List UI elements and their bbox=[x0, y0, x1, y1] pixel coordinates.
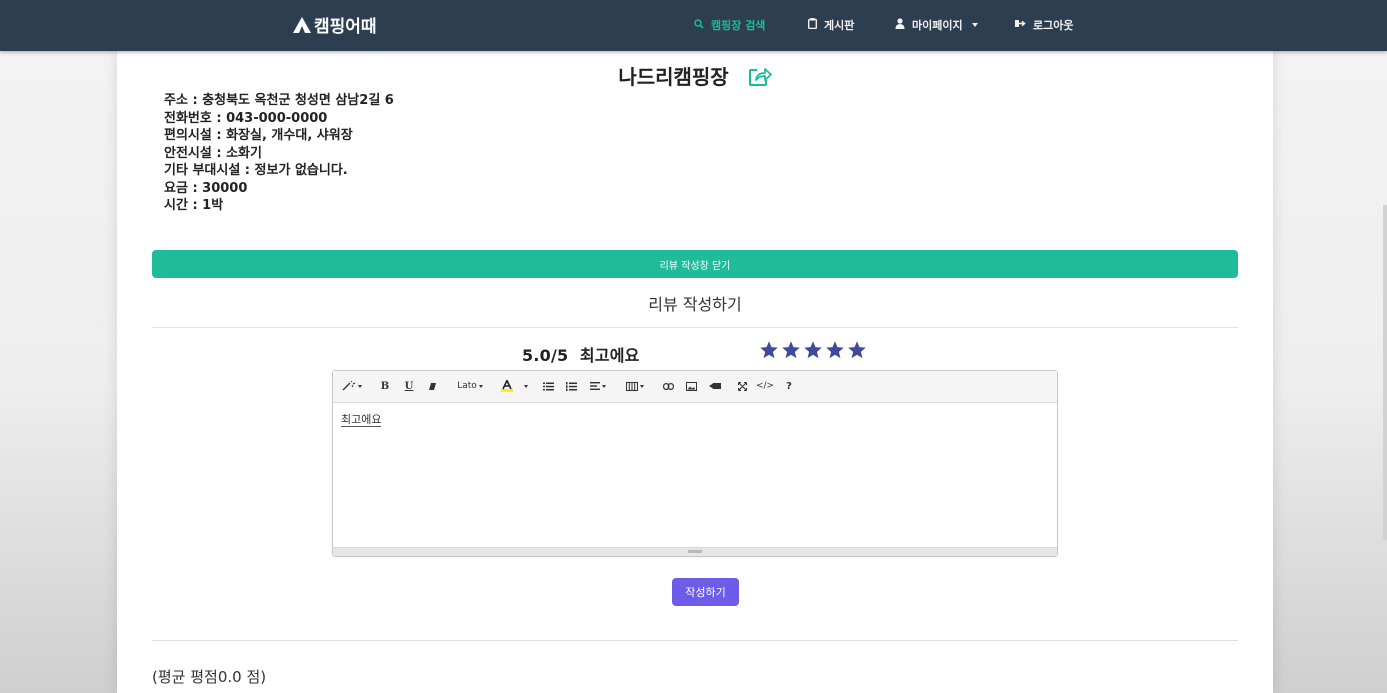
info-fee: 요금 : 30000 bbox=[164, 180, 248, 196]
nav-logout[interactable]: 로그아웃 bbox=[1015, 17, 1073, 33]
table-icon[interactable] bbox=[624, 379, 646, 393]
star-icon[interactable] bbox=[781, 340, 801, 360]
link-icon[interactable] bbox=[662, 379, 674, 393]
info-time: 시간 : 1박 bbox=[164, 198, 224, 213]
campsite-name: 나드리캠핑장 bbox=[618, 65, 729, 89]
editor-toolbar: B U Lato </> ? bbox=[333, 371, 1057, 403]
info-safety: 안전시설 : 소화기 bbox=[164, 145, 262, 161]
font-family-select[interactable]: Lato bbox=[454, 379, 486, 393]
star-rating[interactable] bbox=[759, 340, 867, 360]
main-container: 나드리캠핑장 주소 : 충청북도 옥천군 청성면 삼남2길 6 전화번호 : 0… bbox=[117, 51, 1273, 693]
campsite-title-row: 나드리캠핑장 bbox=[117, 61, 1273, 92]
nav-camping-search[interactable]: 캠핑장 검색 bbox=[694, 17, 765, 33]
editor-resize-handle[interactable] bbox=[333, 547, 1057, 556]
editor-text: 최고에요 bbox=[341, 413, 382, 427]
user-icon bbox=[895, 18, 905, 32]
resize-grip-icon bbox=[688, 550, 702, 553]
nav-logout-label: 로그아웃 bbox=[1033, 19, 1074, 32]
code-view-icon[interactable]: </> bbox=[756, 379, 774, 393]
nav-board[interactable]: 게시판 bbox=[807, 17, 855, 33]
review-heading: 리뷰 작성하기 bbox=[648, 295, 742, 314]
color-dropdown-icon[interactable] bbox=[521, 379, 529, 393]
divider-bottom bbox=[152, 640, 1238, 641]
info-address: 주소 : 충청북도 옥천군 청성면 삼남2길 6 bbox=[164, 93, 394, 108]
share-icon[interactable] bbox=[748, 65, 772, 92]
underline-icon[interactable]: U bbox=[403, 379, 415, 393]
nav-camping-search-label: 캠핑장 검색 bbox=[711, 19, 766, 32]
magic-wand-icon[interactable] bbox=[341, 379, 363, 393]
nav-board-label: 게시판 bbox=[824, 19, 855, 32]
submit-review-button[interactable]: 작성하기 bbox=[672, 578, 739, 606]
logout-icon bbox=[1015, 19, 1026, 31]
star-icon[interactable] bbox=[825, 340, 845, 360]
chevron-down-icon bbox=[971, 23, 978, 27]
info-extra-facilities: 기타 부대시설 : 정보가 없습니다. bbox=[164, 163, 348, 178]
star-icon[interactable] bbox=[847, 340, 867, 360]
divider bbox=[152, 327, 1238, 328]
info-phone: 전화번호 : 043-000-0000 bbox=[164, 110, 328, 126]
scrollbar-thumb[interactable] bbox=[1383, 205, 1387, 540]
rating-score-value: 5.0/5 bbox=[522, 346, 569, 365]
fullscreen-icon[interactable] bbox=[736, 379, 748, 393]
unordered-list-icon[interactable] bbox=[542, 379, 554, 393]
star-icon[interactable] bbox=[803, 340, 823, 360]
ordered-list-icon[interactable] bbox=[565, 379, 577, 393]
clipboard-icon bbox=[807, 18, 817, 32]
close-review-button[interactable]: 리뷰 작성창 닫기 bbox=[152, 250, 1238, 278]
nav-mypage-label: 마이페이지 bbox=[912, 19, 963, 32]
eraser-icon[interactable] bbox=[426, 379, 438, 393]
star-icon[interactable] bbox=[759, 340, 779, 360]
image-icon[interactable] bbox=[685, 379, 697, 393]
font-family-value: Lato bbox=[457, 381, 477, 391]
paragraph-align-icon[interactable] bbox=[588, 379, 608, 393]
help-icon[interactable]: ? bbox=[784, 379, 794, 393]
brand-logo[interactable]: 캠핑어때 bbox=[292, 12, 377, 37]
review-editor: B U Lato </> ? 최고에요 bbox=[332, 370, 1058, 557]
text-color-icon[interactable] bbox=[500, 379, 514, 393]
search-icon bbox=[694, 18, 704, 32]
brand-name: 캠핑어때 bbox=[314, 17, 377, 37]
video-icon[interactable] bbox=[708, 379, 722, 393]
rating-label: 최고에요 bbox=[579, 346, 640, 365]
rating-score: 5.0/5 최고에요 bbox=[522, 342, 640, 366]
average-rating: (평균 평점0.0 점) bbox=[152, 668, 267, 686]
campsite-info: 주소 : 충청북도 옥천군 청성면 삼남2길 6 전화번호 : 043-000-… bbox=[164, 92, 394, 215]
tent-icon bbox=[292, 16, 312, 34]
bold-icon[interactable]: B bbox=[379, 379, 391, 393]
info-amenities: 편의시설 : 화장실, 개수대, 샤워장 bbox=[164, 128, 353, 143]
editor-content-area[interactable]: 최고에요 bbox=[341, 411, 382, 427]
nav-mypage[interactable]: 마이페이지 bbox=[895, 17, 978, 33]
navbar: 캠핑어때 캠핑장 검색 게시판 마이페이지 로그아웃 bbox=[0, 0, 1387, 51]
